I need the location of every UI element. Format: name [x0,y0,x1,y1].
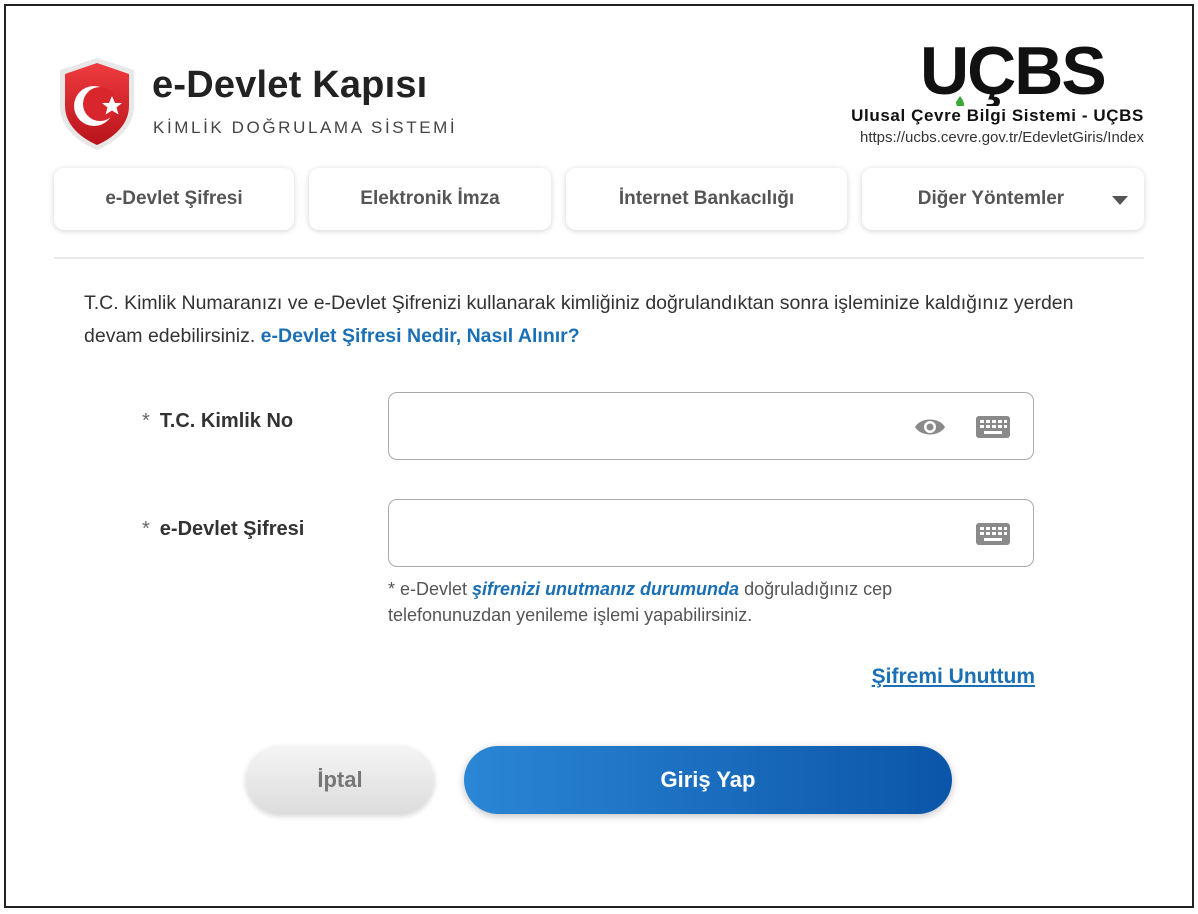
required-mark: * [142,410,150,432]
hint-link[interactable]: şifrenizi unutmanız durumunda [472,579,739,599]
chevron-down-icon [1112,196,1128,205]
password-input[interactable] [388,499,1034,567]
service-url: https://ucbs.cevre.gov.tr/EdevletGiris/I… [859,129,1144,146]
password-hint: * e-Devlet şifrenizi unutmanız durumunda… [388,576,988,628]
tab-elektronik-imza[interactable]: Elektronik İmza [309,168,551,230]
tab-label: Diğer Yöntemler [917,188,1065,209]
cancel-button[interactable]: İptal [246,746,434,814]
divider [54,257,1144,259]
tab-internet-bankaciligi[interactable]: İnternet Bankacılığı [566,168,847,230]
password-label-text: e-Devlet Şifresi [159,518,305,540]
tckn-input[interactable] [388,392,1034,460]
ucbs-logo-text: UÇBS [920,36,1105,106]
tckn-label: * T.C. Kimlik No [142,410,293,433]
tab-label: e-Devlet Şifresi [105,188,243,209]
keyboard-icon[interactable] [975,415,1011,439]
password-label: * e-Devlet Şifresi [142,518,304,541]
keyboard-icon[interactable] [975,522,1011,546]
e-devlet-shield-logo-icon [60,58,134,150]
tab-label: Elektronik İmza [360,188,500,209]
login-button[interactable]: Giriş Yap [464,746,952,814]
ucbs-logo: UÇBS [920,36,1107,106]
brand-subtitle: KİMLİK DOĞRULAMA SİSTEMİ [153,118,458,137]
tab-diger-yontemler[interactable]: Diğer Yöntemler [862,168,1144,230]
hint-prefix: * e-Devlet [388,579,468,599]
brand-title: e-Devlet Kapısı [152,64,428,106]
tab-label: İnternet Bankacılığı [618,188,795,209]
intro-text: T.C. Kimlik Numaranızı ve e-Devlet Şifre… [84,287,1084,353]
eye-icon[interactable] [913,415,947,439]
required-mark: * [142,518,150,540]
info-link[interactable]: e-Devlet Şifresi Nedir, Nasıl Alınır? [261,325,580,347]
tab-edevlet-sifresi[interactable]: e-Devlet Şifresi [54,168,294,230]
forgot-password-link[interactable]: Şifremi Unuttum [872,665,1035,689]
tckn-label-text: T.C. Kimlik No [159,410,294,432]
service-name: Ulusal Çevre Bilgi Sistemi - UÇBS [851,106,1144,125]
